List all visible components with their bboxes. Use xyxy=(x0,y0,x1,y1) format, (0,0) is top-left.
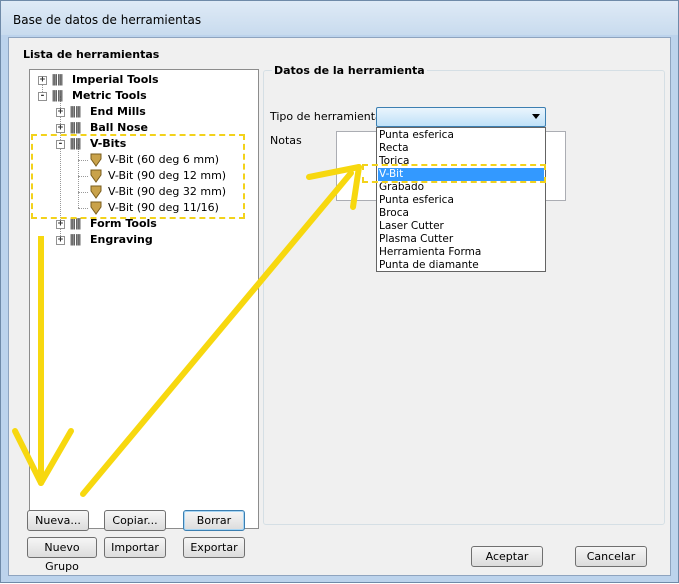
annotation-arrows xyxy=(12,164,362,497)
annotation-arrowhead xyxy=(12,428,44,486)
tool-database-window: Base de datos de herramientas Lista de h… xyxy=(0,0,679,583)
annotation-arrowhead xyxy=(38,428,74,486)
annotation-arrow-diagonal xyxy=(80,170,354,497)
